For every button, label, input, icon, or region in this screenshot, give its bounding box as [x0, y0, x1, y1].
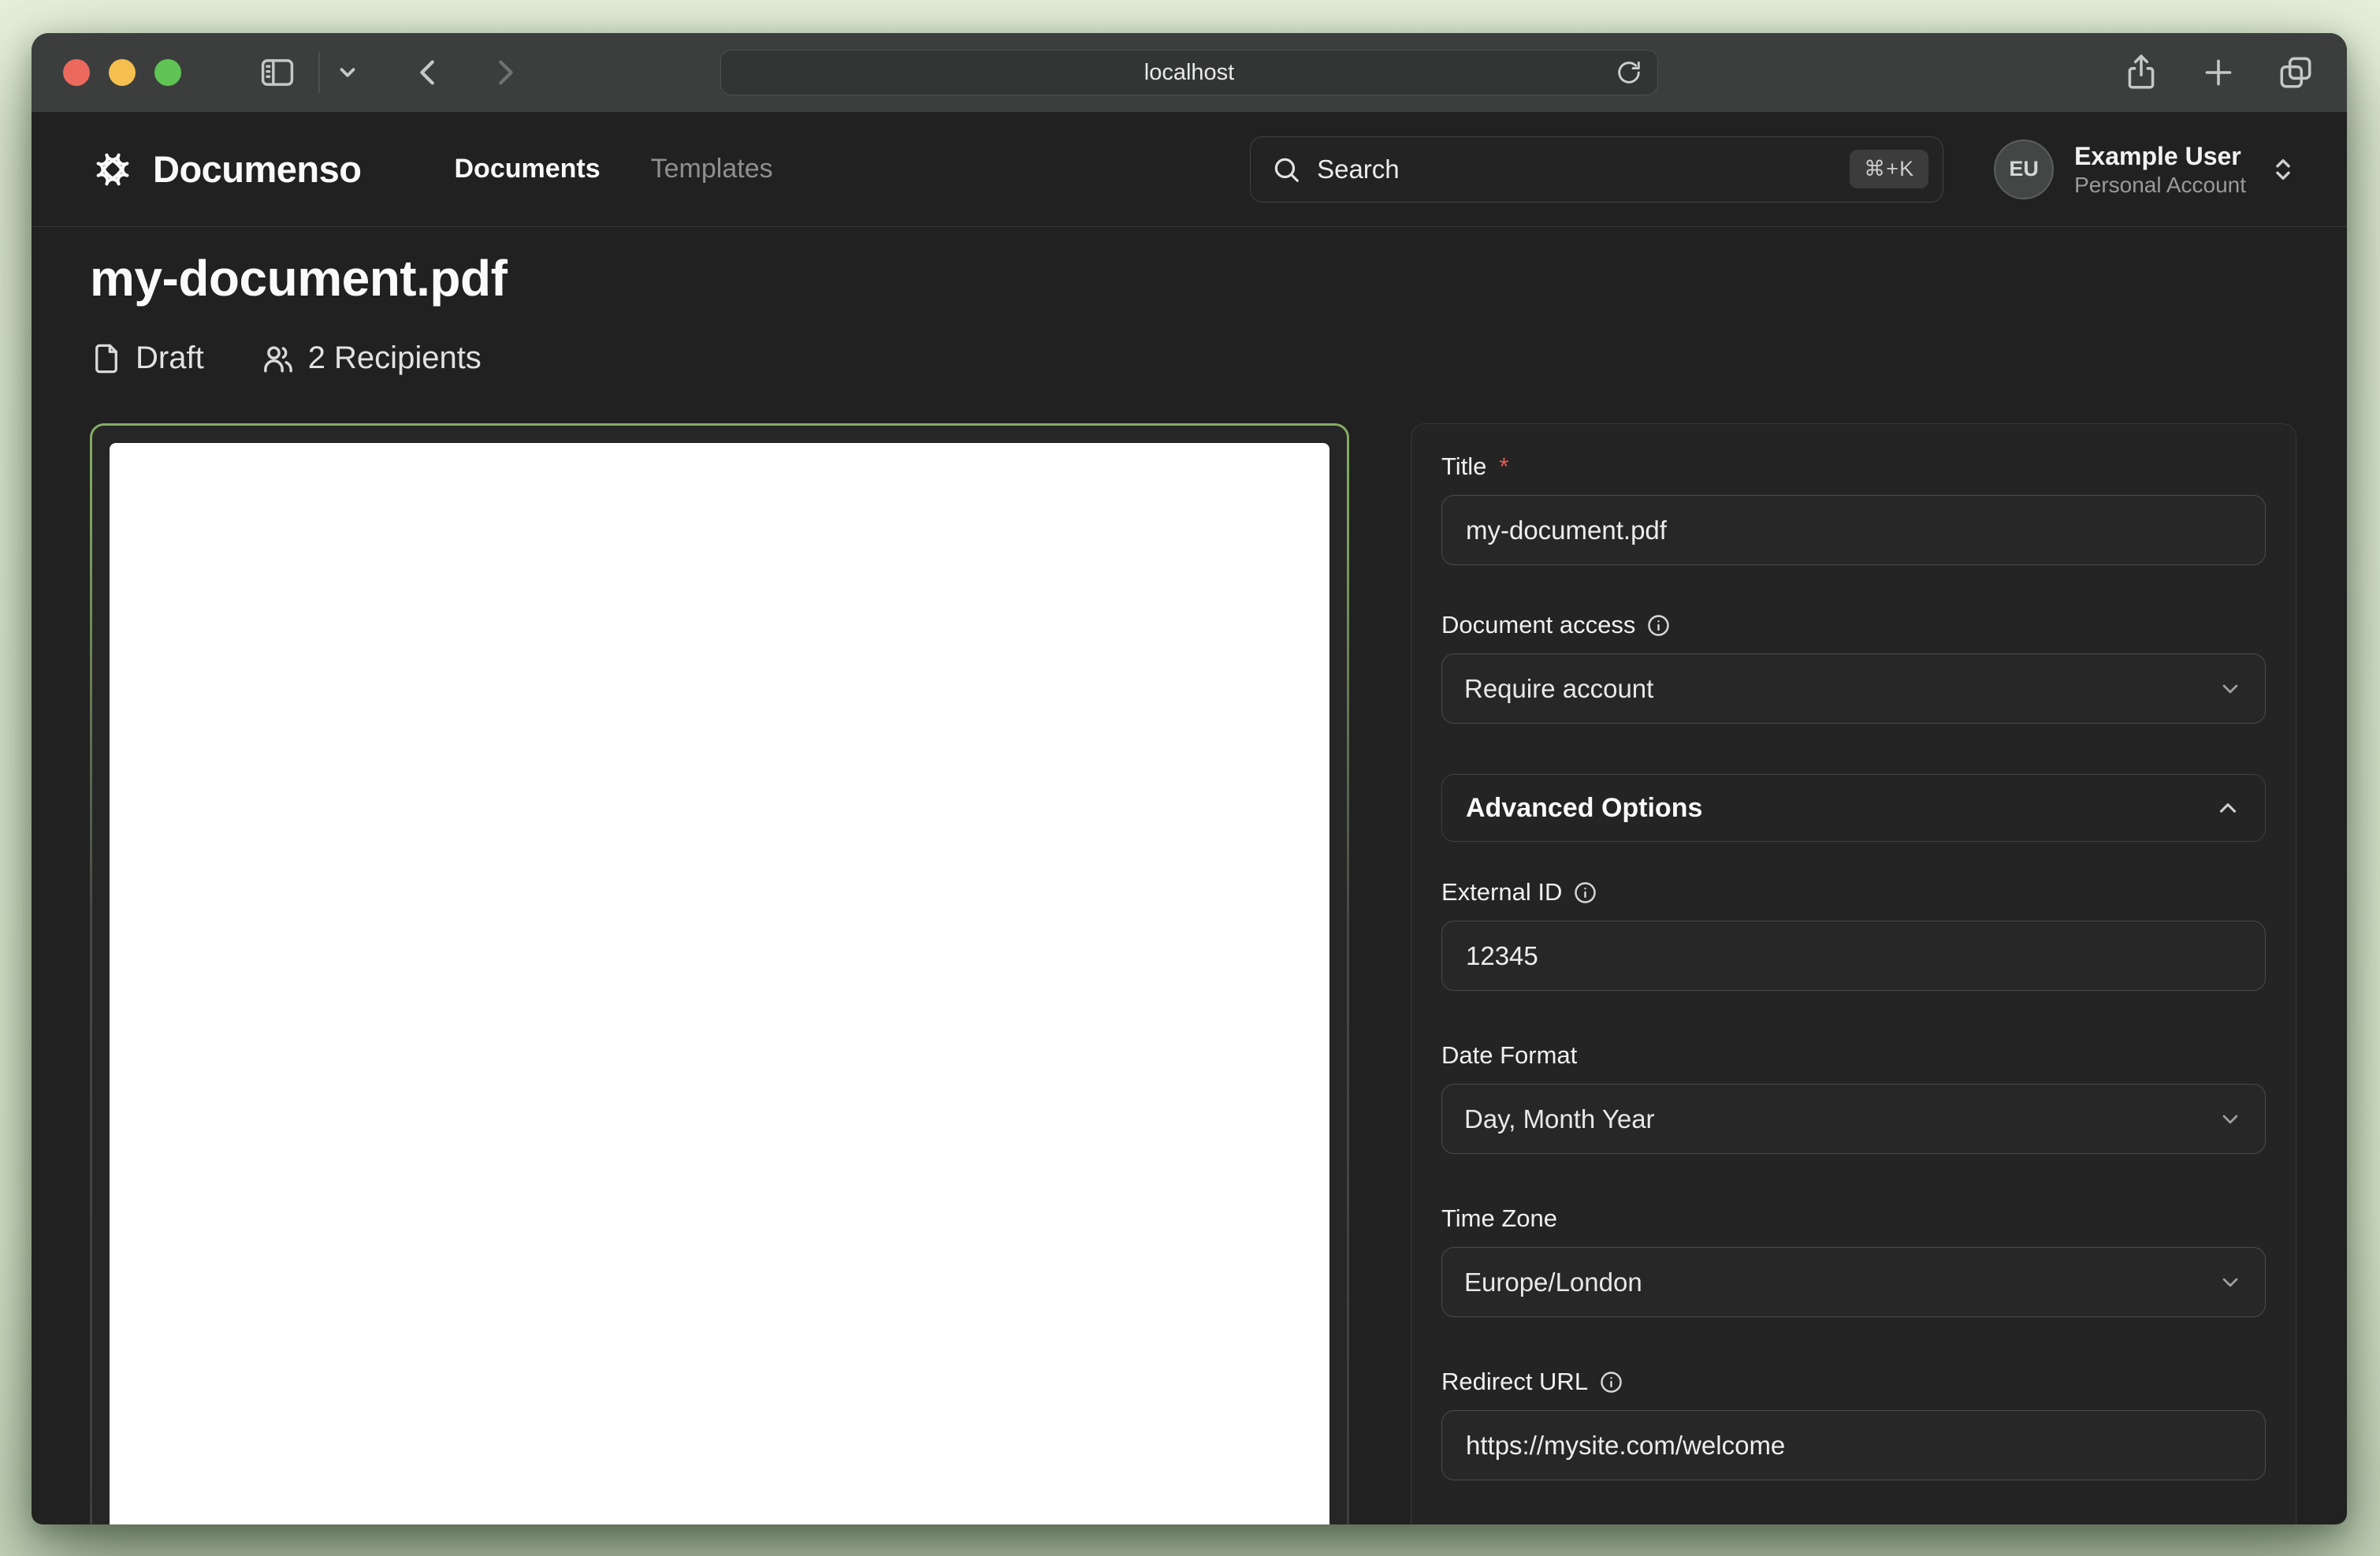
brand-name: Documenso	[153, 147, 362, 191]
document-access-label: Document access	[1441, 611, 2266, 639]
desktop-background: localhost	[0, 0, 2380, 1556]
file-icon	[90, 342, 123, 375]
time-zone-value: Europe/London	[1464, 1268, 1642, 1297]
document-page-preview[interactable]	[110, 443, 1329, 1524]
search-icon	[1271, 154, 1301, 184]
status-badge: Draft	[90, 341, 204, 376]
address-bar-url: localhost	[1144, 60, 1234, 86]
documenso-logo-icon	[90, 147, 136, 192]
page-content: my-document.pdf Draft	[32, 227, 2347, 1524]
reload-icon[interactable]	[1615, 58, 1643, 87]
date-format-select[interactable]: Day, Month Year	[1441, 1084, 2266, 1154]
sidebar-chevron-down-icon[interactable]	[336, 61, 359, 84]
recipients-text: 2 Recipients	[308, 341, 482, 376]
info-icon[interactable]	[1573, 880, 1597, 905]
advanced-options-toggle[interactable]: Advanced Options	[1441, 774, 2266, 842]
search-shortcut-badge: ⌘+K	[1850, 150, 1928, 188]
title-field-label: Title *	[1441, 452, 2266, 481]
time-zone-label: Time Zone	[1441, 1204, 2266, 1233]
document-meta-row: Draft 2 Recipients	[90, 341, 2296, 376]
account-type: Personal Account	[2074, 172, 2246, 199]
time-zone-select[interactable]: Europe/London	[1441, 1247, 2266, 1317]
share-icon[interactable]	[2122, 53, 2161, 92]
traffic-lights	[63, 59, 181, 86]
browser-titlebar: localhost	[32, 33, 2347, 112]
document-preview-card	[90, 423, 1349, 1524]
new-tab-icon[interactable]	[2199, 53, 2238, 92]
chevron-up-icon	[2215, 795, 2241, 821]
page-title: my-document.pdf	[90, 249, 2296, 307]
date-format-label: Date Format	[1441, 1041, 2266, 1070]
avatar: EU	[1994, 140, 2054, 199]
status-text: Draft	[136, 341, 204, 376]
nav-templates[interactable]: Templates	[651, 154, 773, 184]
search-placeholder: Search	[1317, 154, 1400, 184]
tab-overview-icon[interactable]	[2276, 53, 2315, 92]
redirect-url-input[interactable]	[1441, 1410, 2266, 1480]
search-input[interactable]: Search ⌘+K	[1250, 136, 1943, 203]
nav-documents[interactable]: Documents	[455, 154, 601, 184]
external-id-label: External ID	[1441, 878, 2266, 906]
sidebar-toggle-icon[interactable]	[257, 52, 298, 93]
redirect-url-label: Redirect URL	[1441, 1368, 2266, 1396]
forward-button[interactable]	[487, 54, 523, 91]
info-icon[interactable]	[1599, 1370, 1623, 1394]
chevron-down-icon	[2218, 1270, 2243, 1295]
recipients-badge: 2 Recipients	[261, 341, 482, 376]
account-name: Example User	[2074, 140, 2246, 172]
advanced-options-label: Advanced Options	[1466, 793, 1702, 824]
documenso-logo[interactable]: Documenso	[90, 147, 362, 192]
main-nav: Documents Templates	[455, 154, 773, 184]
document-access-value: Require account	[1464, 674, 1653, 704]
date-format-value: Day, Month Year	[1464, 1104, 1655, 1134]
info-icon[interactable]	[1646, 613, 1671, 638]
document-settings-panel: Title * Document access Require account	[1411, 423, 2296, 1524]
app-header: Documenso Documents Templates Search ⌘+K…	[32, 112, 2347, 227]
document-access-select[interactable]: Require account	[1441, 653, 2266, 724]
chevron-down-icon	[2218, 1107, 2243, 1132]
account-menu[interactable]: EU Example User Personal Account	[1994, 140, 2296, 199]
browser-window: localhost	[32, 33, 2347, 1524]
external-id-input[interactable]	[1441, 921, 2266, 991]
title-input[interactable]	[1441, 495, 2266, 565]
close-window-button[interactable]	[63, 59, 90, 86]
minimize-window-button[interactable]	[109, 59, 136, 86]
zoom-window-button[interactable]	[154, 59, 181, 86]
chevron-down-icon	[2218, 676, 2243, 702]
back-button[interactable]	[410, 54, 446, 91]
required-asterisk: *	[1499, 452, 1508, 481]
users-icon	[261, 341, 296, 376]
chevrons-up-down-icon	[2270, 156, 2296, 183]
titlebar-divider	[318, 52, 320, 93]
address-bar[interactable]: localhost	[720, 50, 1658, 95]
